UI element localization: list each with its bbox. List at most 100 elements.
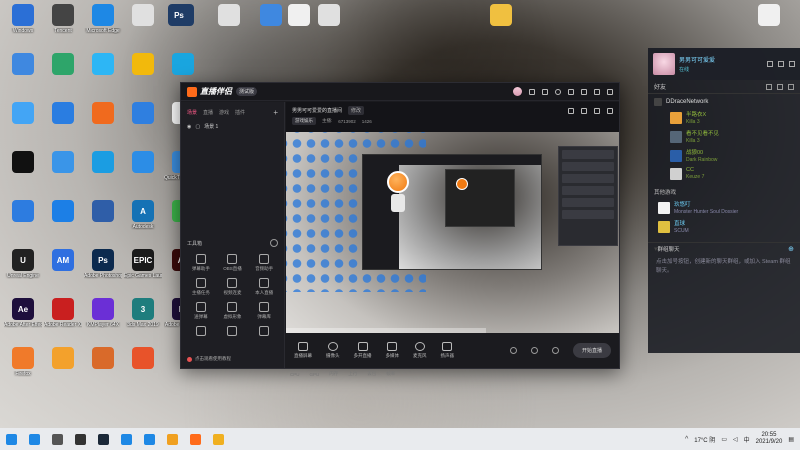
weather-status[interactable]: 17°C 阴 xyxy=(694,435,715,444)
desktop-icon[interactable]: A Autodesk xyxy=(124,200,162,230)
room-category[interactable]: 游戏娱乐 xyxy=(292,117,316,125)
settings-gear-icon[interactable] xyxy=(551,347,559,354)
desktop-icon[interactable] xyxy=(84,347,122,371)
maximize-icon[interactable] xyxy=(778,61,784,67)
start-live-button[interactable]: 开始直播 xyxy=(572,343,611,358)
tool-button[interactable]: 主播任务 xyxy=(185,278,217,296)
desktop-icon[interactable]: Ps Adobe Photoshop xyxy=(84,249,122,279)
widget-icon[interactable] xyxy=(75,433,86,445)
desktop-icon[interactable]: Ps xyxy=(160,4,198,28)
desktop-icon[interactable]: U Unreal Engine xyxy=(4,249,42,279)
desktop-icon[interactable] xyxy=(310,4,348,28)
tool-button[interactable]: 音频助手 xyxy=(248,254,280,272)
tool-button[interactable] xyxy=(248,326,280,338)
desktop-icon[interactable] xyxy=(482,4,520,28)
network-icon[interactable]: ▭ xyxy=(721,436,727,443)
desktop-icon[interactable]: Microsoft Edge xyxy=(84,4,122,34)
tab-scene[interactable]: 场景 xyxy=(187,109,197,116)
desktop-icon[interactable]: Adobe Reader XI xyxy=(44,298,82,328)
friend-item[interactable]: 直球 SCUM xyxy=(648,217,800,236)
desktop-icon[interactable]: KMPlayer 64X xyxy=(84,298,122,328)
add-scene-icon[interactable]: + xyxy=(273,108,278,117)
desktop-icon[interactable] xyxy=(124,53,162,77)
add-chat-icon[interactable]: ⊕ xyxy=(788,245,794,253)
edge-icon[interactable] xyxy=(121,433,132,445)
media-button[interactable]: 多媒体 xyxy=(386,342,399,359)
info-icon[interactable] xyxy=(270,239,278,247)
edit-room-button[interactable]: 修改 xyxy=(348,106,365,115)
explorer-icon[interactable] xyxy=(167,433,178,445)
desktop-icon[interactable] xyxy=(4,200,42,224)
stats-icon[interactable] xyxy=(594,107,600,114)
desktop-icon[interactable]: Firefox xyxy=(4,347,42,377)
tool-button[interactable]: OBS直播 xyxy=(217,254,249,272)
tool-button[interactable]: 送弹幕 xyxy=(185,302,217,320)
tool-button[interactable]: 弹幕助手 xyxy=(185,254,217,272)
screen-capture-button[interactable]: 直播屏幕 xyxy=(294,342,312,359)
speaker-button[interactable]: 扬声器 xyxy=(441,342,454,359)
desktop-icon[interactable] xyxy=(4,102,42,126)
tab-game[interactable]: 游戏 xyxy=(219,109,229,116)
tool-button[interactable]: 本人直播 xyxy=(248,278,280,296)
desktop-icon[interactable]: Windows xyxy=(4,4,42,34)
settings-icon[interactable] xyxy=(555,88,561,95)
tutorial-hint[interactable]: 点击观看使用教程 xyxy=(187,356,231,362)
timer-icon[interactable] xyxy=(530,347,538,354)
desktop-icon[interactable] xyxy=(84,102,122,126)
minimize-button[interactable] xyxy=(581,88,587,95)
desktop-icon[interactable] xyxy=(124,102,162,126)
maximize-button[interactable] xyxy=(594,88,600,95)
store-icon[interactable] xyxy=(144,433,155,445)
screen-icon[interactable] xyxy=(581,107,587,114)
multi-live-button[interactable]: 多开直播 xyxy=(354,342,372,359)
tool-button[interactable]: 视频连麦 xyxy=(217,278,249,296)
scene-item[interactable]: ◉ ▢ 场景 1 xyxy=(187,123,278,131)
desktop-icon[interactable]: EPIC Epic Games Launcher xyxy=(124,249,162,279)
search-icon[interactable] xyxy=(29,433,40,445)
friend-item[interactable]: 半路衣X Killa 3 xyxy=(648,108,800,127)
desktop-icon[interactable] xyxy=(750,4,788,28)
clock-icon[interactable] xyxy=(766,83,772,90)
steam-avatar[interactable] xyxy=(653,53,675,75)
volume-icon[interactable]: ◁ xyxy=(733,436,738,443)
tool-button[interactable] xyxy=(217,326,249,338)
close-icon[interactable] xyxy=(789,61,795,67)
language-icon[interactable]: 中 xyxy=(744,435,750,444)
desktop-icon[interactable] xyxy=(84,200,122,224)
gear-icon[interactable] xyxy=(607,107,613,114)
friend-item[interactable]: CC Keuze 7 xyxy=(648,165,800,182)
desktop-icon[interactable] xyxy=(84,151,122,175)
desktop-icon[interactable] xyxy=(124,151,162,175)
task-view-icon[interactable] xyxy=(52,433,63,445)
stream-preview[interactable] xyxy=(286,132,619,354)
desktop-icon[interactable] xyxy=(210,4,248,28)
share-icon[interactable] xyxy=(568,107,574,114)
desktop-icon[interactable] xyxy=(164,53,202,77)
record-icon[interactable] xyxy=(509,347,517,354)
tray-expand-icon[interactable]: ^ xyxy=(685,436,688,443)
desktop-icon[interactable] xyxy=(44,347,82,371)
search-icon[interactable] xyxy=(777,83,783,90)
notification-icon[interactable]: ▤ xyxy=(788,436,794,443)
tool-button[interactable]: 弹幕库 xyxy=(248,302,280,320)
tab-live[interactable]: 直播 xyxy=(203,109,213,116)
camera-button[interactable]: 摄像头 xyxy=(326,342,340,359)
stream-app-icon[interactable] xyxy=(190,433,201,445)
steam-profile-header[interactable]: 男男可可爱爱 在线 xyxy=(648,48,800,80)
desktop-icon[interactable] xyxy=(44,200,82,224)
settings-icon[interactable] xyxy=(788,83,794,90)
microphone-button[interactable]: 麦克风 xyxy=(413,342,427,359)
desktop-icon[interactable] xyxy=(44,151,82,175)
desktop-icon[interactable] xyxy=(44,102,82,126)
desktop-icon[interactable] xyxy=(124,347,162,371)
tab-plugin[interactable]: 插件 xyxy=(235,109,245,116)
desktop-icon[interactable]: AM xyxy=(44,249,82,273)
windows-start-icon[interactable] xyxy=(6,433,17,445)
gift-icon[interactable] xyxy=(542,88,548,95)
steam-icon[interactable] xyxy=(98,433,109,445)
message-icon[interactable] xyxy=(529,88,535,95)
clock[interactable]: 20:55 2021/9/20 xyxy=(756,432,783,446)
user-avatar[interactable] xyxy=(513,87,522,96)
desktop-icon[interactable] xyxy=(4,151,42,175)
eye-icon[interactable]: ◉ xyxy=(187,124,191,130)
